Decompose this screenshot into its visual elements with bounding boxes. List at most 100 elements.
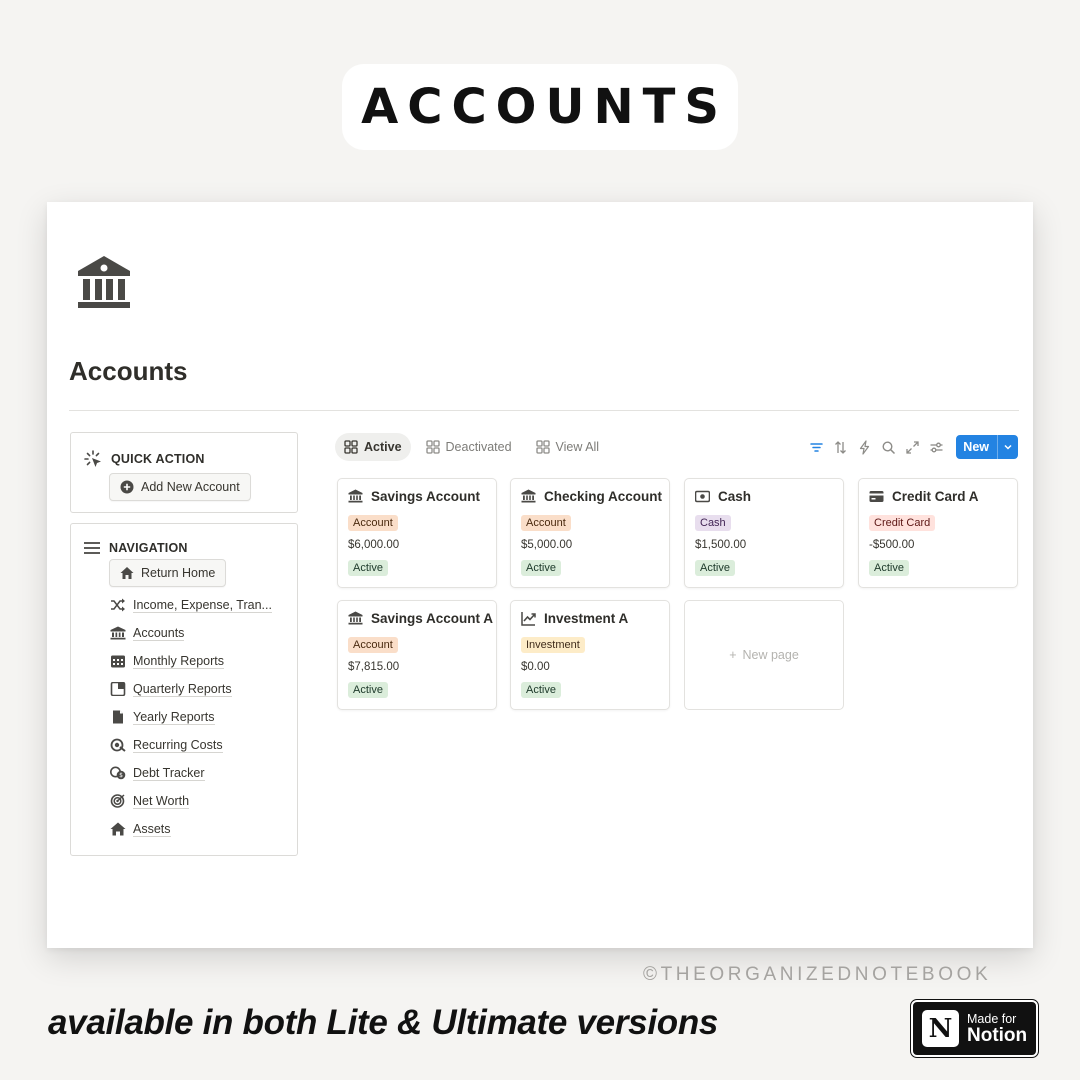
nav-item-label: Yearly Reports <box>133 709 215 725</box>
type-tag: Account <box>348 515 398 531</box>
made-for-notion-badge: N Made for Notion <box>910 999 1039 1058</box>
nav-item-label: Net Worth <box>133 793 190 809</box>
status-badge: Active <box>521 560 561 576</box>
quick-action-header: QUICK ACTION <box>83 449 205 469</box>
nav-item-recurring-costs[interactable]: Recurring Costs <box>110 731 272 759</box>
bank-icon <box>521 489 536 503</box>
expand-icon[interactable] <box>905 440 920 455</box>
account-card[interactable]: Savings Account Account $6,000.00 Active <box>337 478 497 588</box>
sparkle-click-icon <box>84 450 101 467</box>
nav-item-label: Quarterly Reports <box>133 681 232 697</box>
type-tag: Credit Card <box>869 515 936 531</box>
banner-title: ACCOUNTS <box>361 79 728 135</box>
nav-item-debt-tracker[interactable]: $ Debt Tracker <box>110 759 272 787</box>
quick-action-heading: QUICK ACTION <box>111 452 205 466</box>
card-title: Savings Account <box>348 489 480 504</box>
nav-item-yearly-reports[interactable]: Yearly Reports <box>110 703 272 731</box>
card-title-text: Savings Account A <box>371 611 494 626</box>
title-banner: ACCOUNTS <box>342 64 738 150</box>
add-new-account-button[interactable]: Add New Account <box>109 473 251 501</box>
card-title-text: Cash <box>718 489 752 504</box>
account-card[interactable]: Checking Account Account $5,000.00 Active <box>510 478 670 588</box>
card-title: Cash <box>695 489 751 504</box>
nav-item-net-worth[interactable]: Net Worth <box>110 787 272 815</box>
credit-card-icon <box>869 491 884 502</box>
badge-small-text: Made for <box>967 1011 1017 1026</box>
filter-icon[interactable] <box>809 440 824 455</box>
bank-icon <box>348 611 363 625</box>
account-card[interactable]: Cash Cash $1,500.00 Active <box>684 478 844 588</box>
navigation-box: NAVIGATION Return Home Income, Expense, … <box>70 523 298 856</box>
nav-item-monthly-reports[interactable]: Monthly Reports <box>110 647 272 675</box>
tab-view-all[interactable]: View All <box>527 433 609 461</box>
nav-item-label: Monthly Reports <box>133 653 225 669</box>
svg-text:$: $ <box>119 772 123 779</box>
status-badge: Active <box>695 560 735 576</box>
navigation-list: Income, Expense, Tran... Accounts Monthl… <box>110 591 272 843</box>
lightning-icon[interactable] <box>857 439 872 455</box>
card-title: Credit Card A <box>869 489 979 504</box>
card-title-text: Savings Account <box>371 489 481 504</box>
quarter-icon <box>110 682 126 696</box>
navigation-header: NAVIGATION <box>83 541 188 555</box>
shuffle-icon <box>111 598 125 612</box>
bank-icon <box>110 626 126 640</box>
tab-label: Active <box>364 440 402 454</box>
nav-item-label: Accounts <box>133 625 185 641</box>
page-title: Accounts <box>69 356 188 386</box>
new-button[interactable]: New <box>956 435 1018 459</box>
new-page-card[interactable]: + New page <box>684 600 844 710</box>
coins-icon: $ <box>110 766 126 780</box>
card-amount: -$500.00 <box>869 539 915 551</box>
account-card[interactable]: Savings Account A Account $7,815.00 Active <box>337 600 497 710</box>
bank-icon <box>348 489 363 503</box>
nav-item-label: Assets <box>133 821 171 837</box>
return-home-button[interactable]: Return Home <box>109 559 227 587</box>
card-title-text: Checking Account <box>544 489 663 504</box>
status-badge: Active <box>348 682 388 698</box>
card-amount: $6,000.00 <box>348 539 400 551</box>
tab-deactivated[interactable]: Deactivated <box>417 433 521 461</box>
quick-action-box: QUICK ACTION Add New Account <box>70 432 298 513</box>
settings-sliders-icon[interactable] <box>929 440 944 455</box>
plus-circle-icon <box>120 480 134 494</box>
search-icon[interactable] <box>881 440 896 455</box>
tagline: available in both Lite & Ultimate versio… <box>48 1003 719 1042</box>
card-title-text: Investment A <box>544 611 629 626</box>
nav-item-accounts[interactable]: Accounts <box>110 619 272 647</box>
view-tabs: Active Deactivated View All <box>335 433 608 461</box>
tab-label: View All <box>555 440 600 454</box>
notion-page: Accounts QUICK ACTION Add New Account NA… <box>47 202 1033 948</box>
account-card[interactable]: Credit Card A Credit Card -$500.00 Active <box>858 478 1018 588</box>
navigation-heading: NAVIGATION <box>109 541 188 555</box>
cash-icon <box>695 490 710 503</box>
badge-big-text: Notion <box>967 1024 1028 1046</box>
nav-item-assets[interactable]: Assets <box>110 815 272 843</box>
card-amount: $7,815.00 <box>348 661 400 673</box>
account-card[interactable]: Investment A Investment $0.00 Active <box>510 600 670 710</box>
gallery-icon <box>535 440 550 454</box>
gallery-icon <box>344 440 358 454</box>
nav-item-quarterly-reports[interactable]: Quarterly Reports <box>110 675 272 703</box>
status-badge: Active <box>348 560 388 576</box>
new-page-label: New page <box>742 648 799 662</box>
database-toolbar: New <box>809 435 1018 459</box>
nav-item-income-expense[interactable]: Income, Expense, Tran... <box>110 591 272 619</box>
type-tag: Investment <box>521 637 585 653</box>
nav-item-label: Recurring Costs <box>133 737 223 753</box>
add-new-account-label: Add New Account <box>141 480 240 494</box>
tab-active[interactable]: Active <box>335 433 411 461</box>
sort-icon[interactable] <box>833 440 848 455</box>
return-home-label: Return Home <box>141 566 216 580</box>
title-divider <box>69 410 1019 411</box>
bank-icon <box>78 256 130 308</box>
chevron-down-icon[interactable] <box>997 435 1018 459</box>
calendar-icon <box>111 655 125 668</box>
type-tag: Account <box>348 637 398 653</box>
type-tag: Cash <box>695 515 731 531</box>
gallery-icon <box>425 440 440 454</box>
watermark: ©THEORGANIZEDNOTEBOOK <box>643 964 992 985</box>
type-tag: Account <box>521 515 571 531</box>
document-icon <box>113 710 123 724</box>
notion-logo-icon: N <box>922 1010 959 1047</box>
